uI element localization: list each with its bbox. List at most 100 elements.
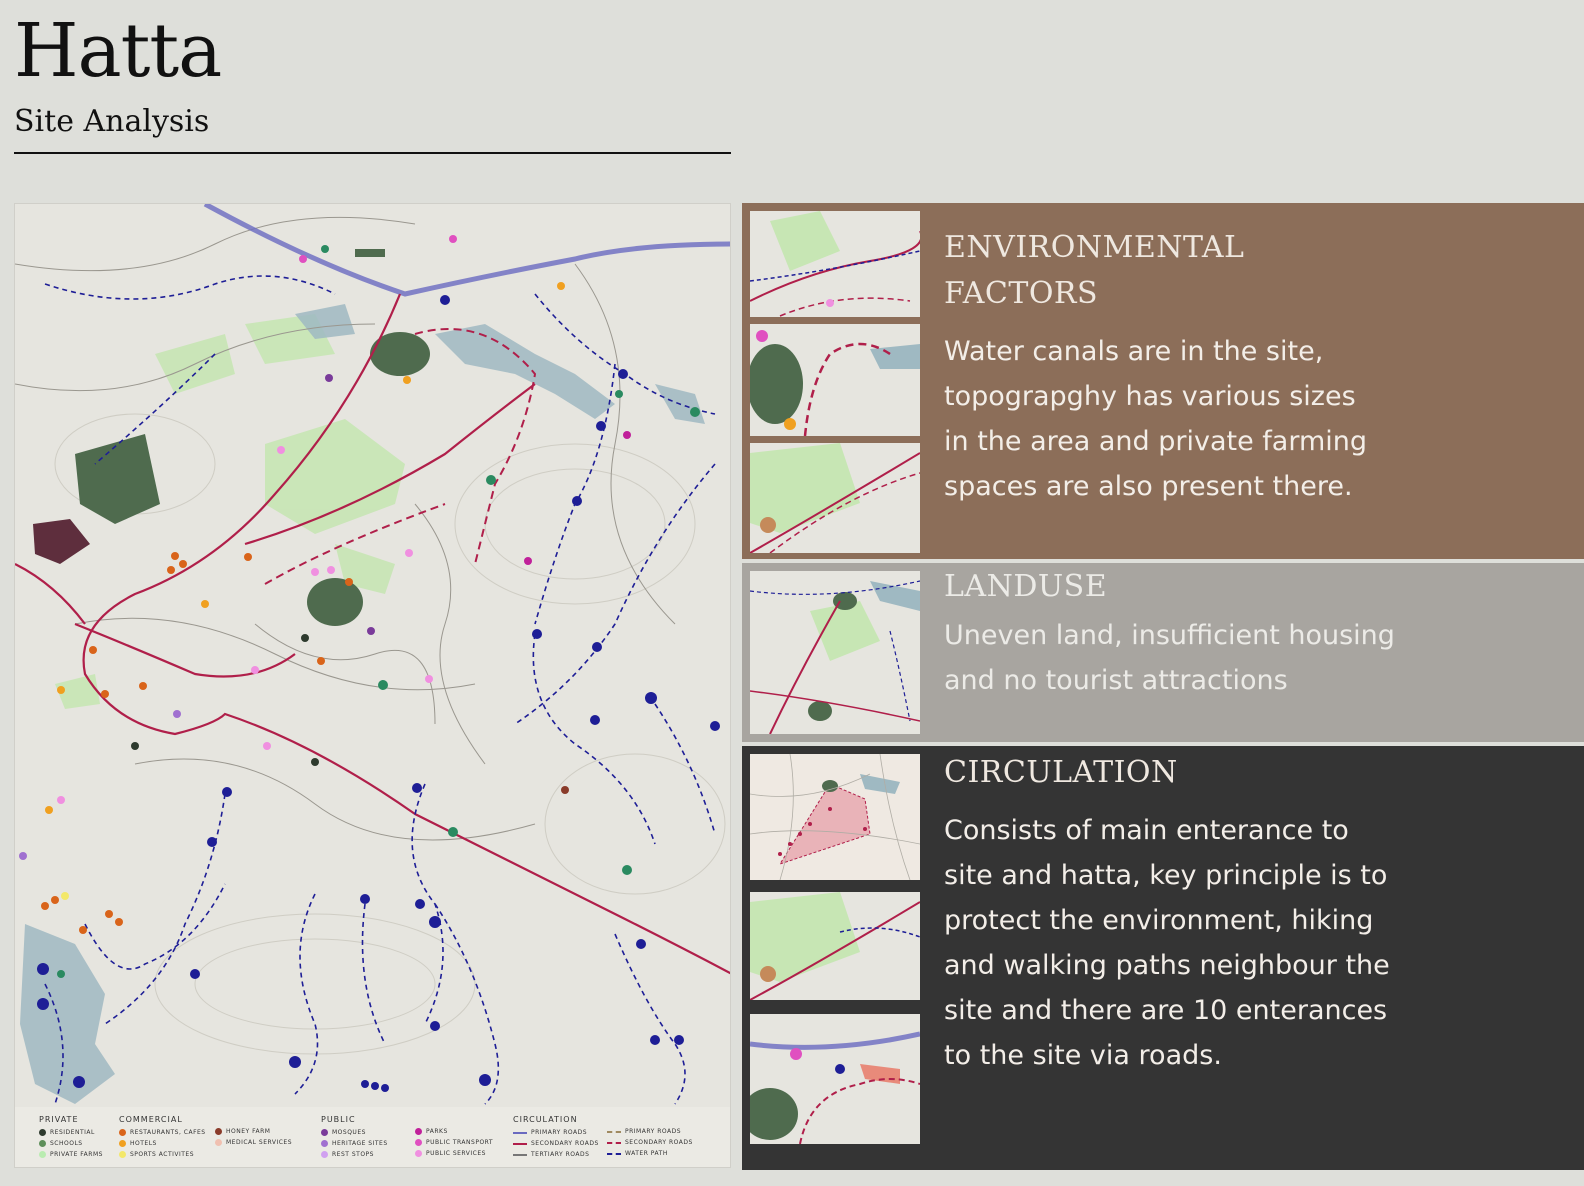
legend-item: SPORTS ACTIVITES xyxy=(119,1149,206,1160)
legend-swatch xyxy=(215,1139,222,1146)
legend-heading: PUBLIC xyxy=(321,1115,356,1124)
legend-label: SECONDARY ROADS xyxy=(531,1140,599,1147)
environmental-thumbnail xyxy=(750,211,920,317)
landuse-thumbnail xyxy=(750,571,920,734)
thumbnail-map xyxy=(750,892,920,1000)
circulation-thumbnail xyxy=(750,892,920,1000)
legend-label: PRIMARY ROADS xyxy=(531,1129,588,1136)
circulation-thumbnail xyxy=(750,754,920,880)
legend-item: PRIMARY ROADS xyxy=(513,1127,599,1138)
legend-item: MEDICAL SERVICES xyxy=(215,1137,292,1148)
legend-swatch xyxy=(513,1142,527,1145)
legend-swatch xyxy=(321,1151,328,1158)
legend-swatch xyxy=(321,1140,328,1147)
legend-item: HOTELS xyxy=(119,1138,206,1149)
body-line: protect the environment, hiking xyxy=(944,905,1374,936)
body-line: and walking paths neighbour the xyxy=(944,950,1390,981)
legend-swatch xyxy=(415,1128,422,1135)
body-line: Consists of main enterance to xyxy=(944,815,1349,846)
legend-item: RESIDENTIAL xyxy=(39,1127,103,1138)
circulation-heading: CIRCULATION xyxy=(944,755,1178,790)
legend-label: PRIMARY ROADS xyxy=(625,1128,682,1135)
legend-swatch xyxy=(119,1140,126,1147)
site-map-drawing xyxy=(15,204,730,1105)
body-line: site and hatta, key principle is to xyxy=(944,860,1388,891)
thumbnail-map xyxy=(750,571,920,734)
legend-item: REST STOPS xyxy=(321,1149,388,1160)
body-line: spaces are also present there. xyxy=(944,471,1353,502)
legend-label: RESIDENTIAL xyxy=(50,1129,95,1136)
legend-item: HONEY FARM xyxy=(215,1126,292,1137)
thumbnail-map xyxy=(750,211,920,317)
legend-private: PRIVATE RESIDENTIAL SCHOOLS PRIVATE FARM… xyxy=(39,1115,103,1160)
legend-swatch xyxy=(607,1130,621,1133)
legend-label: HOTELS xyxy=(130,1140,157,1147)
legend-item: PRIVATE FARMS xyxy=(39,1149,103,1160)
landuse-panel: LANDUSE Uneven land, insufficient housin… xyxy=(742,563,1584,742)
legend-item: PUBLIC SERVICES xyxy=(415,1148,493,1159)
environmental-thumbnail xyxy=(750,443,920,553)
legend-item: SCHOOLS xyxy=(39,1138,103,1149)
legend-label: PRIVATE FARMS xyxy=(50,1151,103,1158)
legend-label: SECONDARY ROADS xyxy=(625,1139,693,1146)
environmental-body: Water canals are in the site, topograpgh… xyxy=(944,329,1544,509)
page-subtitle: Site Analysis xyxy=(14,104,210,139)
legend-label: MOSQUES xyxy=(332,1129,366,1136)
environmental-heading-line2: FACTORS xyxy=(944,276,1099,311)
site-map: PRIVATE RESIDENTIAL SCHOOLS PRIVATE FARM… xyxy=(14,203,731,1168)
legend-label: SPORTS ACTIVITES xyxy=(130,1151,195,1158)
body-line: Water canals are in the site, xyxy=(944,336,1324,367)
legend-swatch xyxy=(215,1128,222,1135)
legend-commercial-extra: HONEY FARM MEDICAL SERVICES xyxy=(215,1126,292,1148)
legend-label: PUBLIC SERVICES xyxy=(426,1150,486,1157)
legend-item: HERITAGE SITES xyxy=(321,1138,388,1149)
legend-swatch xyxy=(39,1140,46,1147)
body-line: to the site via roads. xyxy=(944,1040,1222,1071)
environmental-thumbnail xyxy=(750,324,920,436)
legend-swatch xyxy=(39,1151,46,1158)
legend-label: TERTIARY ROADS xyxy=(531,1151,590,1158)
environmental-factors-panel: ENVIRONMENTAL FACTORS Water canals are i… xyxy=(742,203,1584,559)
legend-circulation: CIRCULATION PRIMARY ROADS SECONDARY ROAD… xyxy=(513,1115,599,1160)
body-line: in the area and private farming xyxy=(944,426,1368,457)
body-line: Uneven land, insufficient housing xyxy=(944,620,1395,651)
legend-swatch xyxy=(321,1129,328,1136)
body-line: and no tourist attractions xyxy=(944,665,1288,696)
legend-item: PRIMARY ROADS xyxy=(607,1126,693,1137)
legend-label: PARKS xyxy=(426,1128,448,1135)
landuse-body: Uneven land, insufficient housing and no… xyxy=(944,613,1564,703)
circulation-thumbnail xyxy=(750,1014,920,1144)
legend-swatch xyxy=(607,1141,621,1144)
legend-item: PARKS xyxy=(415,1126,493,1137)
body-line: site and there are 10 enterances xyxy=(944,995,1388,1026)
legend-label: REST STOPS xyxy=(332,1151,374,1158)
legend-item: PUBLIC TRANSPORT xyxy=(415,1137,493,1148)
legend-item: MOSQUES xyxy=(321,1127,388,1138)
circulation-body: Consists of main enterance to site and h… xyxy=(944,808,1564,1078)
legend-commercial: COMMERCIAL RESTAURANTS, CAFES HOTELS SPO… xyxy=(119,1115,206,1160)
legend-public-extra: PARKS PUBLIC TRANSPORT PUBLIC SERVICES xyxy=(415,1126,493,1159)
legend-swatch xyxy=(39,1129,46,1136)
legend-item: TERTIARY ROADS xyxy=(513,1149,599,1160)
thumbnail-map xyxy=(750,443,920,553)
legend-public: PUBLIC MOSQUES HERITAGE SITES REST STOPS xyxy=(321,1115,388,1160)
legend-swatch xyxy=(415,1139,422,1146)
legend-circulation-extra: PRIMARY ROADS SECONDARY ROADS WATER PATH xyxy=(607,1126,693,1159)
legend-label: PUBLIC TRANSPORT xyxy=(426,1139,494,1146)
title-divider xyxy=(14,152,731,154)
legend-heading: PRIVATE xyxy=(39,1115,79,1124)
thumbnail-map xyxy=(750,1014,920,1144)
legend-item: SECONDARY ROADS xyxy=(513,1138,599,1149)
legend-heading: CIRCULATION xyxy=(513,1115,578,1124)
legend-swatch xyxy=(415,1150,422,1157)
legend-label: HERITAGE SITES xyxy=(332,1140,388,1147)
legend-swatch xyxy=(513,1131,527,1134)
legend-item: WATER PATH xyxy=(607,1148,693,1159)
legend-item: RESTAURANTS, CAFES xyxy=(119,1127,206,1138)
legend-label: WATER PATH xyxy=(625,1150,668,1157)
legend-label: RESTAURANTS, CAFES xyxy=(130,1129,206,1136)
thumbnail-map xyxy=(750,324,920,436)
circulation-panel: CIRCULATION Consists of main enterance t… xyxy=(742,746,1584,1170)
legend-swatch xyxy=(607,1152,621,1155)
environmental-heading-line1: ENVIRONMENTAL xyxy=(944,230,1245,265)
